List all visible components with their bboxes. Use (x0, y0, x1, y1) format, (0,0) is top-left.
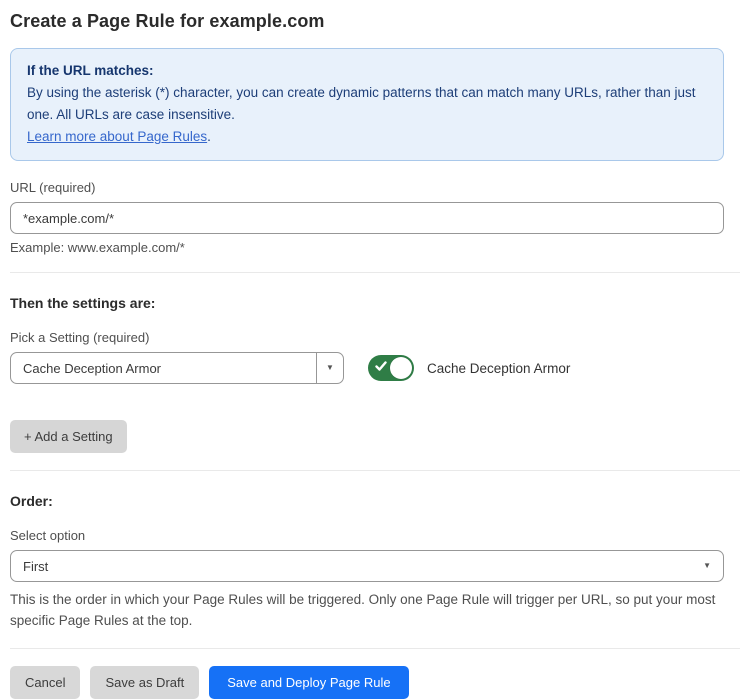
url-input[interactable] (10, 202, 724, 234)
footer-actions: Cancel Save as Draft Save and Deploy Pag… (10, 666, 740, 699)
order-select[interactable]: First ▼ (10, 550, 724, 582)
chevron-down-icon: ▼ (703, 562, 711, 570)
toggle-label: Cache Deception Armor (427, 361, 570, 376)
setting-row: Cache Deception Armor ▼ Cache Deception … (10, 352, 740, 384)
info-box-heading: If the URL matches: (27, 60, 707, 82)
settings-section-heading: Then the settings are: (10, 295, 740, 311)
order-help-text: This is the order in which your Page Rul… (10, 589, 724, 631)
chevron-down-icon: ▼ (326, 364, 334, 372)
page-title: Create a Page Rule for example.com (10, 11, 740, 32)
toggle-knob (390, 357, 412, 379)
cancel-button[interactable]: Cancel (10, 666, 80, 699)
setting-select-value: Cache Deception Armor (11, 361, 316, 376)
setting-picker-label: Pick a Setting (required) (10, 330, 740, 345)
check-icon (375, 360, 387, 372)
save-as-draft-button[interactable]: Save as Draft (90, 666, 199, 699)
order-section-heading: Order: (10, 493, 740, 509)
link-suffix: . (207, 129, 211, 144)
learn-more-link[interactable]: Learn more about Page Rules (27, 129, 207, 144)
setting-select[interactable]: Cache Deception Armor ▼ (10, 352, 344, 384)
setting-select-arrow-cell[interactable]: ▼ (316, 353, 343, 383)
order-select-label: Select option (10, 528, 740, 543)
add-setting-button[interactable]: + Add a Setting (10, 420, 127, 453)
divider (10, 470, 740, 471)
url-field-label: URL (required) (10, 180, 740, 195)
order-select-value: First (11, 559, 703, 574)
divider (10, 272, 740, 273)
info-box-body: By using the asterisk (*) character, you… (27, 82, 707, 126)
order-select-arrow-cell: ▼ (703, 562, 723, 570)
url-match-info-box: If the URL matches: By using the asteris… (10, 48, 724, 161)
url-field-hint: Example: www.example.com/* (10, 240, 740, 255)
cache-deception-armor-toggle[interactable] (368, 355, 414, 381)
info-box-link-line: Learn more about Page Rules. (27, 126, 707, 148)
save-and-deploy-button[interactable]: Save and Deploy Page Rule (209, 666, 408, 699)
divider (10, 648, 740, 649)
